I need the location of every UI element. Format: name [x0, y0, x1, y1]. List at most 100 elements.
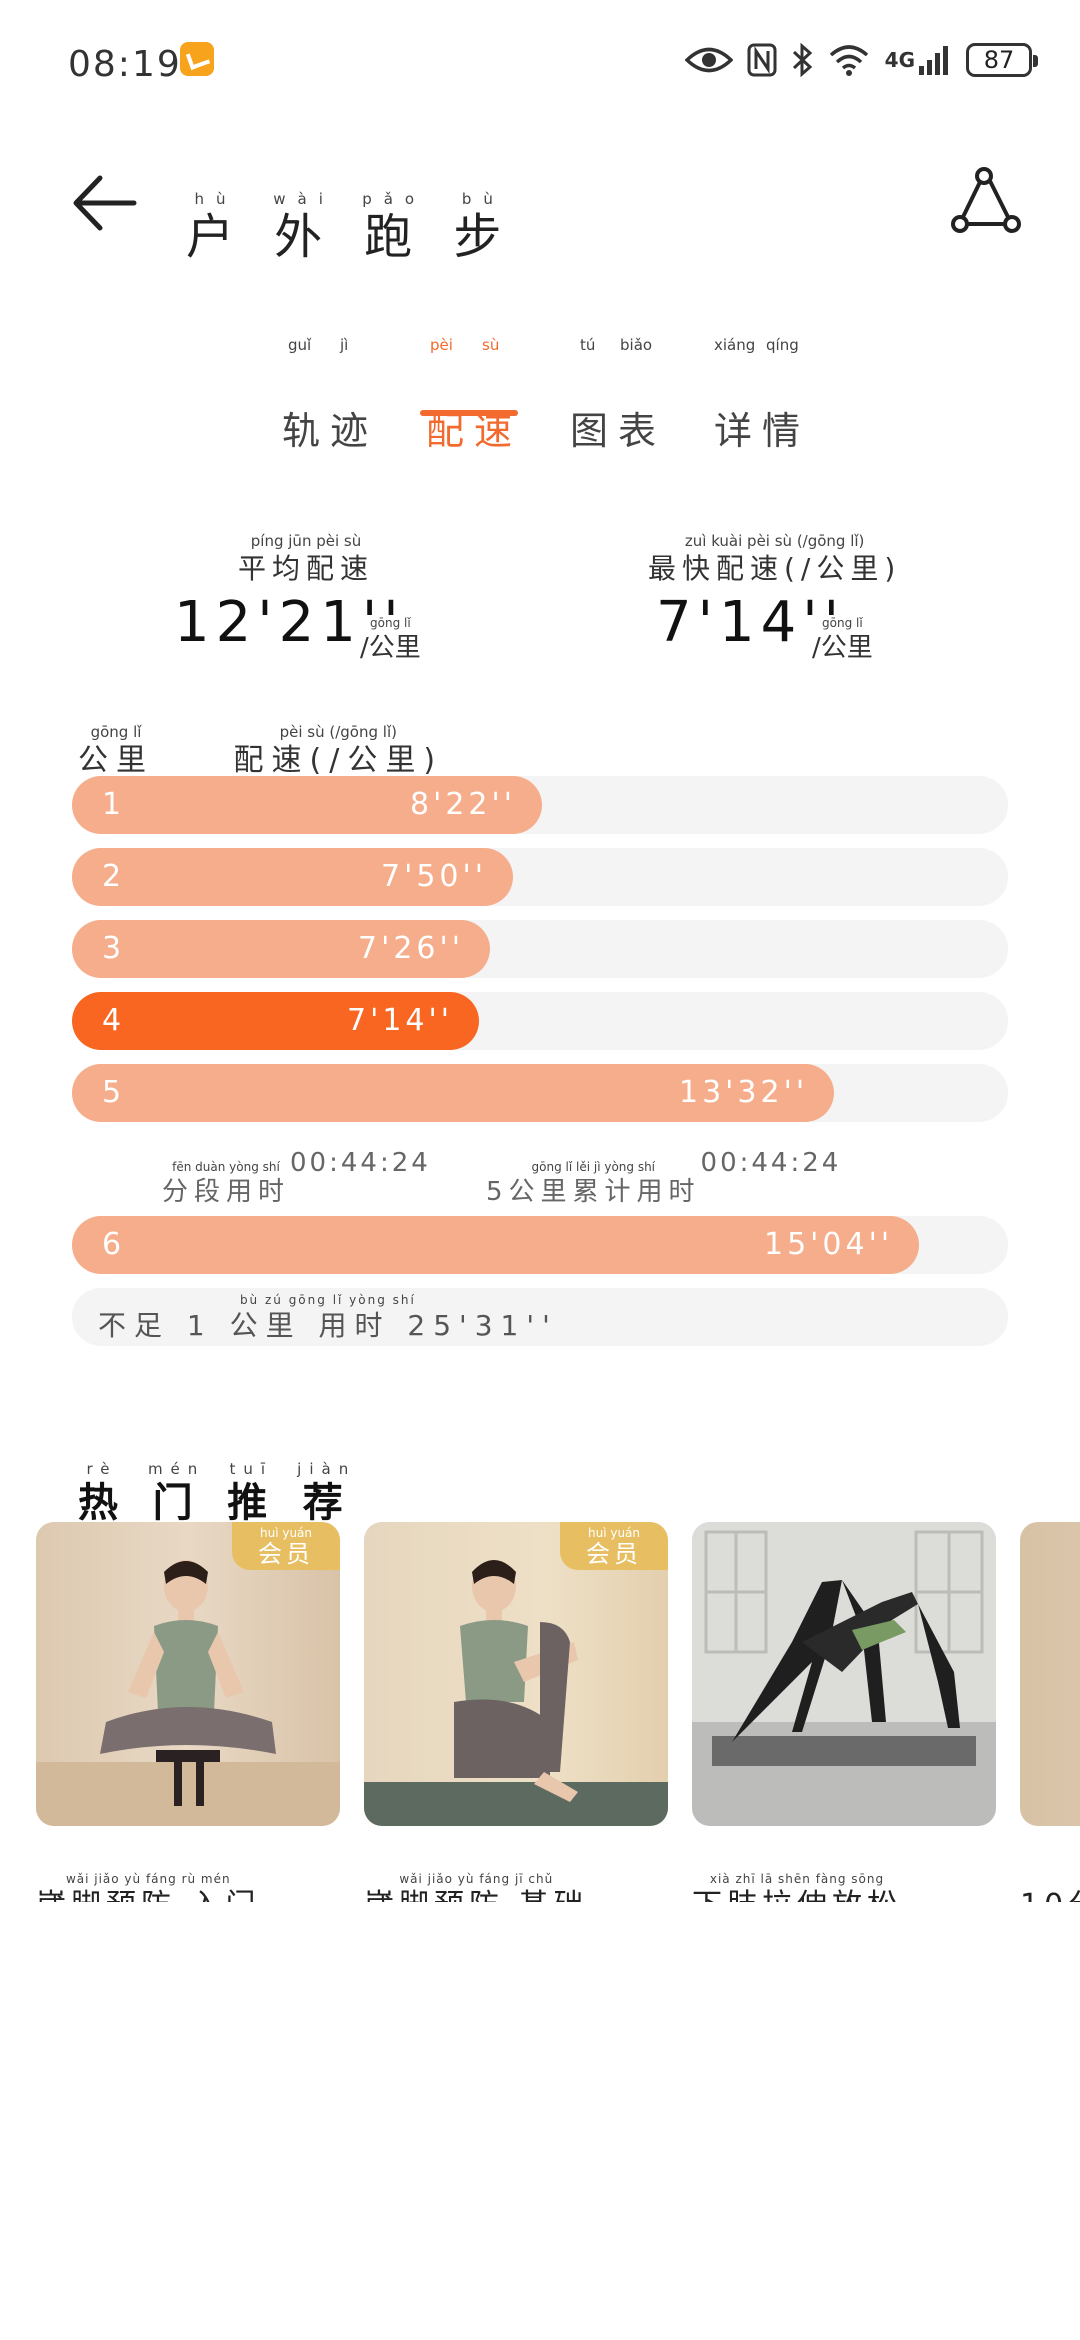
pace-value: 7'26'': [358, 931, 465, 966]
app-badge-icon: [180, 42, 214, 76]
tab-pinyin: qíng: [766, 336, 799, 354]
title-pinyin: wài: [273, 190, 335, 208]
avg-pace-unit: gōng lǐ/公里: [360, 604, 421, 661]
remaining-label: 不足 1 公里 用时 25'31'': [98, 1309, 558, 1342]
recommend-pinyin: tuī: [229, 1460, 274, 1478]
cumulative-time-note: gōng lǐ lěi jì yòng shí 5公里累计用时 00:44:24: [486, 1148, 841, 1205]
pace-header-pinyin: pèi sù (/gōng lǐ): [279, 723, 397, 741]
avg-pace-pinyin: píng jūn pèi sù: [250, 532, 362, 550]
recommend-pinyin: mén: [147, 1460, 206, 1478]
tab-details[interactable]: xiáng qíng 详情: [714, 330, 810, 455]
km-header-pinyin: gōng lǐ: [90, 723, 142, 741]
share-button[interactable]: [950, 166, 1022, 238]
tab-track[interactable]: guǐ jì 轨迹: [282, 330, 378, 455]
avg-pace-label: píng jūn pèi sù 平均配速: [238, 520, 374, 583]
tab-pinyin: jì: [340, 336, 349, 354]
recommend-pinyin: rè: [86, 1460, 118, 1478]
tab-label: 图表: [570, 409, 667, 453]
tab-pinyin: sù: [482, 336, 500, 354]
tab-pinyin: tú: [580, 336, 596, 354]
pace-value: 7'14'': [347, 1003, 454, 1038]
title-pinyin: pǎo: [362, 190, 427, 208]
pace-km: 6: [102, 1227, 122, 1262]
remaining-pinyin: bù zú gōng lǐ yòng shí: [239, 1293, 416, 1307]
card-title-text: 10分: [1020, 1891, 1080, 1903]
unit-text: /公里: [812, 633, 873, 663]
cumulative-note-pinyin: gōng lǐ lěi jì yòng shí: [531, 1160, 656, 1174]
unit-text: /公里: [360, 633, 421, 663]
fastest-pace-label: zuì kuài pèi sù (/gōng lǐ) 最快配速(/公里): [648, 520, 901, 583]
pace-km: 3: [102, 931, 122, 966]
network-label: 4G: [884, 48, 915, 72]
tab-pace[interactable]: pèi sù 配速: [426, 330, 522, 455]
stretching-pair-image: [692, 1522, 996, 1826]
unit-pinyin: gōng lǐ: [370, 616, 411, 630]
pace-value: 15'04'': [764, 1227, 894, 1262]
card-title: xià zhī lā shēn fàng sōng 下肢拉伸放松: [692, 1856, 996, 1902]
pace-table-header: gōng lǐ 公里 pèi sù (/gōng lǐ) 配速(/公里): [78, 710, 443, 776]
member-badge-text: 会员: [258, 1540, 314, 1568]
tab-pinyin: biǎo: [620, 336, 653, 354]
card-image: huì yuán 会员: [364, 1522, 668, 1826]
tab-active-indicator: [420, 410, 518, 416]
cumulative-note-label: 5公里累计用时: [486, 1177, 701, 1207]
recommend-carousel[interactable]: huì yuán会员 wǎi jiǎo yù fáng rù mén崴脚预防·入…: [36, 1522, 1080, 1902]
title-char: 步: [453, 209, 514, 265]
tab-label: 轨迹: [282, 409, 379, 453]
nfc-icon: [747, 43, 777, 77]
cumulative-note-value: 00:44:24: [700, 1148, 842, 1178]
member-badge: huì yuán 会员: [232, 1522, 340, 1570]
battery-icon: 87: [966, 43, 1038, 77]
fastest-pace-pinyin: zuì kuài pèi sù (/gōng lǐ): [684, 532, 865, 550]
card-title: wǎi jiǎo yù fáng rù mén 崴脚预防·入门: [36, 1856, 340, 1902]
tab-pinyin: guǐ: [288, 336, 312, 354]
share-icon: [951, 167, 1021, 233]
recommend-char: 荐: [302, 1480, 351, 1526]
pace-km: 5: [102, 1075, 122, 1110]
remaining-distance-text: bù zú gōng lǐ yòng shí 不足 1 公里 用时 25'31'': [98, 1288, 558, 1346]
tab-label: 配速: [426, 409, 523, 453]
signal-icon: 4G: [885, 44, 952, 76]
card-title-pinyin: xià zhī lā shēn fàng sōng: [709, 1872, 885, 1886]
status-icons: 4G 87: [684, 38, 1038, 82]
recommend-card[interactable]: huì yuán会员 wǎi jiǎo yù fáng rù mén 崴脚预防·入…: [36, 1522, 340, 1902]
pace-row: 6 15'04'': [72, 1216, 1008, 1274]
recommend-title: rè 热 mén 门 tuī 推 jiàn 荐: [78, 1438, 356, 1526]
title-pinyin: hù: [194, 190, 238, 208]
card-title: fē10分: [1020, 1856, 1080, 1903]
tab-label: 详情: [714, 409, 811, 453]
tab-chart[interactable]: tú biǎo 图表: [570, 330, 666, 455]
status-time: 08:19: [68, 44, 182, 85]
recommend-card[interactable]: fē10分: [1020, 1522, 1080, 1902]
pace-value: 13'32'': [679, 1075, 809, 1110]
card-title-text: 下肢拉伸放松: [692, 1891, 902, 1903]
tab-bar: guǐ jì 轨迹 pèi sù 配速 tú biǎo 图表 xiáng qín…: [0, 330, 1080, 454]
title-char: 户: [186, 209, 247, 265]
pace-km: 4: [102, 1003, 122, 1038]
pace-row: 1 8'22'': [72, 776, 1008, 834]
back-button[interactable]: [70, 168, 140, 238]
pace-row: 3 7'26'': [72, 920, 1008, 978]
card-image: huì yuán 会员: [36, 1522, 340, 1826]
member-badge: huì yuán 会员: [560, 1522, 668, 1570]
pace-row: 4 7'14'': [72, 992, 1008, 1050]
wifi-icon: [827, 43, 871, 77]
eye-icon: [684, 45, 733, 75]
status-bar: 08:19 4G 87: [0, 0, 1080, 130]
fastest-pace-unit: gōng lǐ/公里: [812, 604, 873, 661]
title-char: 跑: [364, 209, 425, 265]
split-note-label: 分段用时: [162, 1177, 291, 1207]
bluetooth-icon: [791, 43, 813, 77]
card-title-pinyin: wǎi jiǎo yù fáng rù mén: [65, 1872, 231, 1886]
title-pinyin: bù: [461, 190, 505, 208]
arrow-left-icon: [73, 175, 137, 231]
recommend-card[interactable]: xià zhī lā shēn fàng sōng 下肢拉伸放松: [692, 1522, 996, 1902]
card-title-pinyin: wǎi jiǎo yù fáng jī chǔ: [399, 1872, 554, 1886]
remaining-distance-row: bù zú gōng lǐ yòng shí 不足 1 公里 用时 25'31'': [72, 1288, 1008, 1346]
split-note-value: 00:44:24: [290, 1148, 431, 1178]
pace-km: 2: [102, 859, 122, 894]
recommend-card[interactable]: huì yuán会员 wǎi jiǎo yù fáng jī chǔ 崴脚预防·基…: [364, 1522, 668, 1902]
battery-level: 87: [983, 46, 1015, 74]
pace-km: 1: [102, 787, 122, 822]
card-image: [1020, 1522, 1080, 1826]
